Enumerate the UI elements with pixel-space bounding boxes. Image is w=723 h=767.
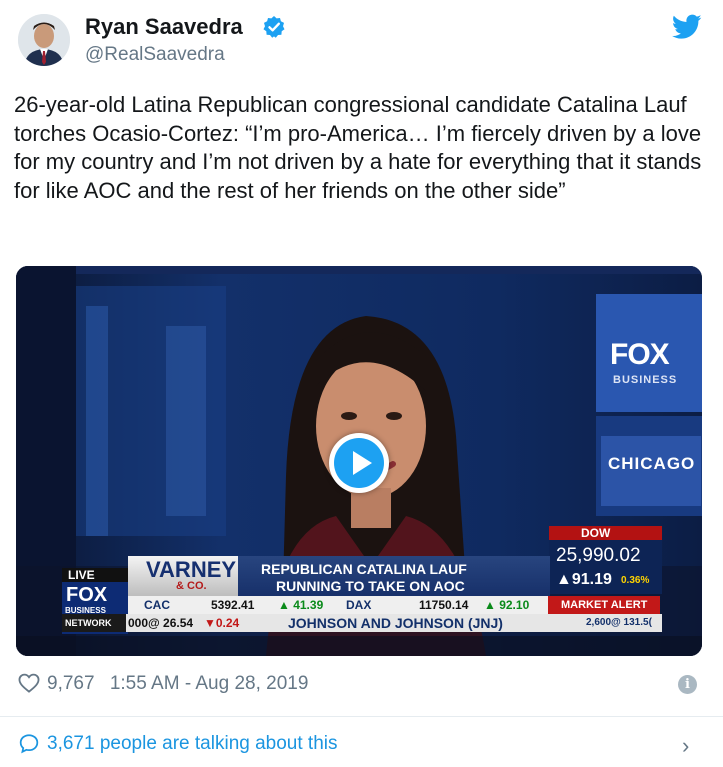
ticker-row2-extra: 2,600@ 131.5(: [586, 617, 652, 628]
author-avatar[interactable]: [18, 14, 70, 66]
tweet-text: 26-year-old Latina Republican congressio…: [14, 92, 702, 203]
ticker-row2-company: JOHNSON AND JOHNSON (JNJ): [288, 615, 503, 631]
divider: [0, 716, 723, 717]
ticker-dax-change: ▲ 92.10: [484, 598, 530, 612]
ticker-row2-change: ▼0.24: [204, 616, 240, 630]
ticker-dax-value: 11750.14: [419, 598, 469, 612]
ticker-cac-value: 5392.41: [211, 598, 255, 612]
business-small-label: BUSINESS: [65, 606, 106, 615]
play-icon: [334, 438, 384, 488]
verified-badge-icon: [263, 16, 285, 38]
tweet-timestamp[interactable]: 1:55 AM - Aug 28, 2019: [110, 673, 309, 694]
heart-icon[interactable]: [18, 673, 40, 693]
conversation-link[interactable]: 3,671 people are talking about this: [47, 733, 338, 755]
headline-line2: RUNNING TO TAKE ON AOC: [276, 578, 465, 594]
fox-small-logo: FOX: [66, 584, 108, 606]
ticker-cac-label: CAC: [144, 598, 170, 612]
dow-change: ▲91.19: [556, 571, 612, 588]
ticker-dax-label: DAX: [346, 598, 372, 612]
dow-value: 25,990.02: [556, 545, 641, 566]
like-count[interactable]: 9,767: [47, 673, 95, 694]
ticker-row2-price: 000@ 26.54: [128, 616, 194, 630]
play-button[interactable]: [329, 433, 389, 493]
tweet-meta: 9,767 1:55 AM - Aug 28, 2019: [47, 673, 308, 695]
ticker-cac-change: ▲ 41.39: [278, 598, 324, 612]
twitter-bird-icon[interactable]: [672, 14, 702, 40]
author-handle[interactable]: @RealSaavedra: [85, 44, 225, 66]
market-alert: MARKET ALERT: [561, 599, 648, 611]
dow-percent: 0.36%: [621, 575, 650, 586]
headline-line1: REPUBLICAN CATALINA LAUF: [261, 561, 467, 577]
dow-label: DOW: [581, 526, 611, 540]
speech-bubble-icon[interactable]: [18, 733, 40, 754]
show-sub: & CO.: [176, 580, 207, 592]
author-name[interactable]: Ryan Saavedra: [85, 14, 243, 40]
video-network: BUSINESS: [613, 374, 678, 386]
info-icon[interactable]: i: [678, 675, 697, 694]
chevron-right-icon[interactable]: ›: [682, 733, 689, 759]
avatar-image: [18, 14, 70, 66]
live-label: LIVE: [68, 568, 95, 582]
network-label: NETWORK: [65, 618, 112, 628]
video-logo: FOX: [610, 338, 670, 371]
video-location: CHICAGO: [608, 454, 696, 473]
